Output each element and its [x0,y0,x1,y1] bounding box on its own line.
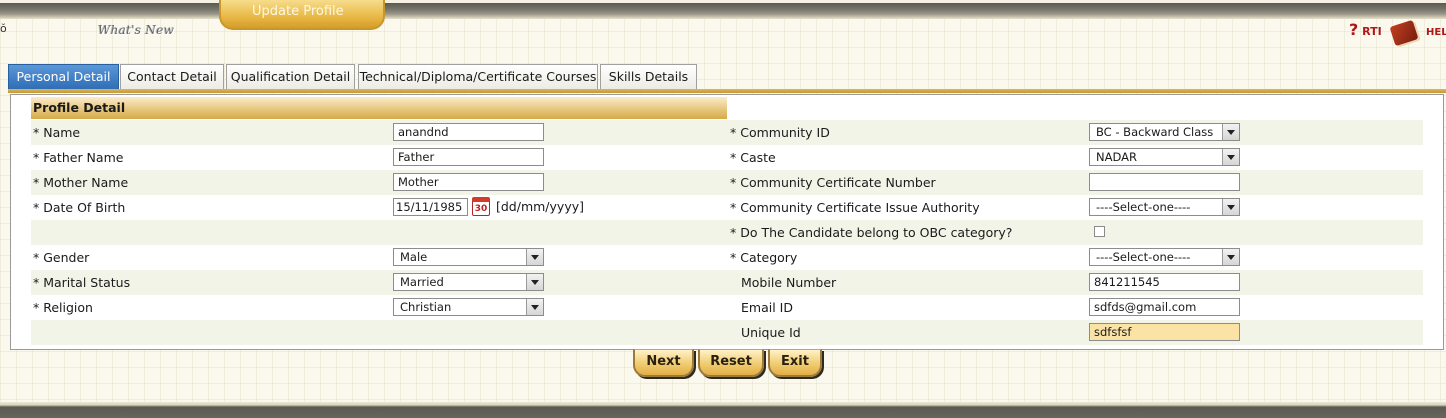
help-link[interactable]: HEL [1389,19,1446,47]
dob-input[interactable]: 15/11/1985 [393,198,468,216]
obc-label: * Do The Candidate belong to OBC categor… [730,225,1013,240]
form-row: * Marital Status Married Mobile Number 8… [31,270,1423,295]
email-id-input[interactable]: sdfds@gmail.com [1089,298,1240,316]
religion-select[interactable]: Christian [393,298,544,316]
father-name-label: * Father Name [33,150,124,165]
email-id-label: Email ID [741,300,793,315]
community-id-value: BC - Backward Class [1096,125,1214,139]
caste-value: NADAR [1096,150,1137,164]
form-row: * Gender Male * Category ----Select-one-… [31,245,1423,270]
religion-label: * Religion [33,300,93,315]
form-row: * Do The Candidate belong to OBC categor… [31,220,1423,245]
tab-technical-courses[interactable]: Technical/Diploma/Certificate Courses [358,64,598,89]
category-label: * Category [730,250,798,265]
rti-label: RTI [1362,25,1382,38]
mobile-number-input[interactable]: 841211545 [1089,273,1240,291]
mother-name-input[interactable]: Mother [393,173,544,191]
tab-underline [8,89,1446,93]
top-bar [0,0,1446,19]
next-button[interactable]: Next [633,349,694,377]
certificate-number-input[interactable] [1089,173,1240,191]
form-row: Unique Id sdfsfsf [31,320,1423,345]
form-row: * Mother Name Mother * Community Certifi… [31,170,1423,195]
chevron-down-icon [526,274,543,290]
dob-label: * Date Of Birth [33,200,126,215]
gender-value: Male [400,250,428,264]
bottom-bar [0,402,1446,418]
calendar-icon[interactable]: 30 [472,197,490,216]
form-row: * Religion Christian Email ID sdfds@gmai… [31,295,1423,320]
tab-contact-detail[interactable]: Contact Detail [120,64,224,89]
certificate-authority-select[interactable]: ----Select-one---- [1089,198,1240,216]
whats-new-link[interactable]: What's New [98,23,174,37]
chevron-down-icon [526,249,543,265]
exit-button[interactable]: Exit [768,349,822,377]
religion-value: Christian [400,300,452,314]
chevron-down-icon [1222,199,1239,215]
chevron-down-icon [526,299,543,315]
certificate-authority-label: * Community Certificate Issue Authority [730,200,980,215]
community-id-label: * Community ID [730,125,830,140]
name-label: * Name [33,125,81,140]
home-icon[interactable]: ŏ [0,22,7,35]
tab-skills-details[interactable]: Skills Details [600,64,697,89]
obc-checkbox[interactable] [1094,226,1105,237]
update-profile-tab[interactable]: Update Profile [219,0,385,30]
reset-button[interactable]: Reset [698,349,764,377]
mother-name-label: * Mother Name [33,175,129,190]
rti-link[interactable]: ? RTI [1349,20,1382,39]
gender-select[interactable]: Male [393,248,544,266]
chevron-down-icon [1222,249,1239,265]
question-icon: ? [1349,20,1359,39]
unique-id-label: Unique Id [741,325,801,340]
community-id-select[interactable]: BC - Backward Class [1089,123,1240,141]
section-title: Profile Detail [31,97,727,119]
certificate-number-label: * Community Certificate Number [730,175,936,190]
name-input[interactable]: anandnd [393,123,544,141]
certificate-authority-value: ----Select-one---- [1096,200,1191,214]
chevron-down-icon [1222,149,1239,165]
help-label: HEL [1426,27,1446,38]
gender-label: * Gender [33,250,90,265]
tab-qualification-detail[interactable]: Qualification Detail [226,64,355,89]
tab-personal-detail[interactable]: Personal Detail [8,64,119,89]
caste-select[interactable]: NADAR [1089,148,1240,166]
marital-status-value: Married [400,275,444,289]
form-row: * Father Name Father * Caste NADAR [31,145,1423,170]
form-row: * Date Of Birth 15/11/1985 30 [dd/mm/yyy… [31,195,1423,220]
category-value: ----Select-one---- [1096,250,1191,264]
mobile-number-label: Mobile Number [741,275,837,290]
caste-label: * Caste [730,150,776,165]
dob-format-hint: [dd/mm/yyyy] [496,199,584,214]
chevron-down-icon [1222,124,1239,140]
father-name-input[interactable]: Father [393,148,544,166]
form-row: * Name anandnd * Community ID BC - Backw… [31,120,1423,145]
unique-id-input[interactable]: sdfsfsf [1089,323,1240,341]
book-icon [1389,19,1419,47]
category-select[interactable]: ----Select-one---- [1089,248,1240,266]
marital-status-label: * Marital Status [33,275,131,290]
marital-status-select[interactable]: Married [393,273,544,291]
